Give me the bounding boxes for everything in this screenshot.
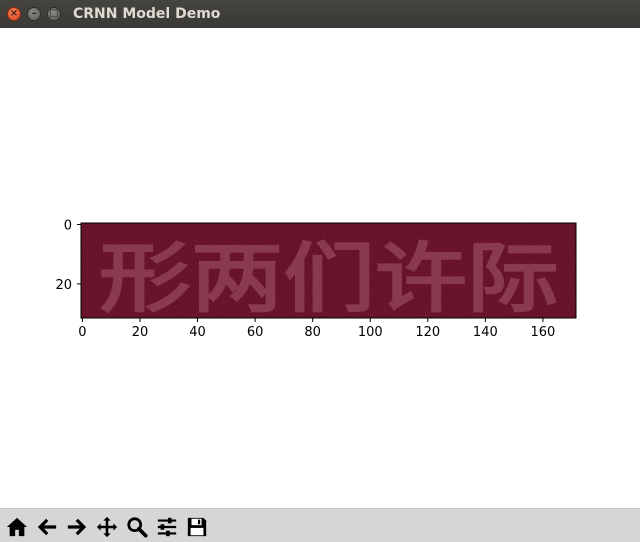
x-tick-label: 60 (247, 325, 264, 340)
close-button[interactable]: × (7, 7, 21, 21)
window-title: CRNN Model Demo (73, 6, 221, 22)
y-axis: 0 20 (55, 218, 81, 293)
back-button[interactable] (33, 513, 60, 540)
x-tick-label: 20 (132, 325, 149, 340)
zoom-icon (126, 516, 148, 538)
x-tick-label: 160 (530, 325, 555, 340)
x-tick-label: 80 (304, 325, 321, 340)
forward-button[interactable] (63, 513, 90, 540)
x-tick-label: 100 (358, 325, 383, 340)
x-tick-label: 140 (473, 325, 498, 340)
image-axes: 形两们许际 0 20 40 60 80 100 120 140 160 0 20 (55, 218, 577, 340)
back-icon (37, 518, 56, 535)
home-button[interactable] (3, 513, 30, 540)
forward-icon (67, 518, 86, 535)
save-button[interactable] (183, 513, 210, 540)
zoom-button[interactable] (123, 513, 150, 540)
save-icon (187, 517, 206, 536)
y-tick-label: 0 (64, 218, 72, 233)
minimize-icon: – (31, 8, 37, 19)
x-tick-label: 40 (189, 325, 206, 340)
x-tick-label: 120 (415, 325, 440, 340)
pan-icon (96, 516, 117, 537)
x-tick-label: 0 (78, 325, 86, 340)
image-text: 形两们许际 (99, 234, 559, 323)
title-bar: × – □ CRNN Model Demo (0, 0, 640, 28)
maximize-icon: □ (49, 8, 59, 19)
home-icon (6, 517, 27, 536)
minimize-button[interactable]: – (27, 7, 41, 21)
pan-button[interactable] (93, 513, 120, 540)
figure-svg: 形两们许际 0 20 40 60 80 100 120 140 160 0 20 (55, 218, 577, 340)
close-icon: × (9, 8, 19, 19)
figure-canvas[interactable]: 形两们许际 0 20 40 60 80 100 120 140 160 0 20 (0, 28, 640, 508)
subplots-button[interactable] (153, 513, 180, 540)
navigation-toolbar (0, 508, 640, 542)
y-tick-label: 20 (55, 278, 72, 293)
subplots-icon (157, 517, 176, 536)
maximize-button[interactable]: □ (47, 7, 61, 21)
